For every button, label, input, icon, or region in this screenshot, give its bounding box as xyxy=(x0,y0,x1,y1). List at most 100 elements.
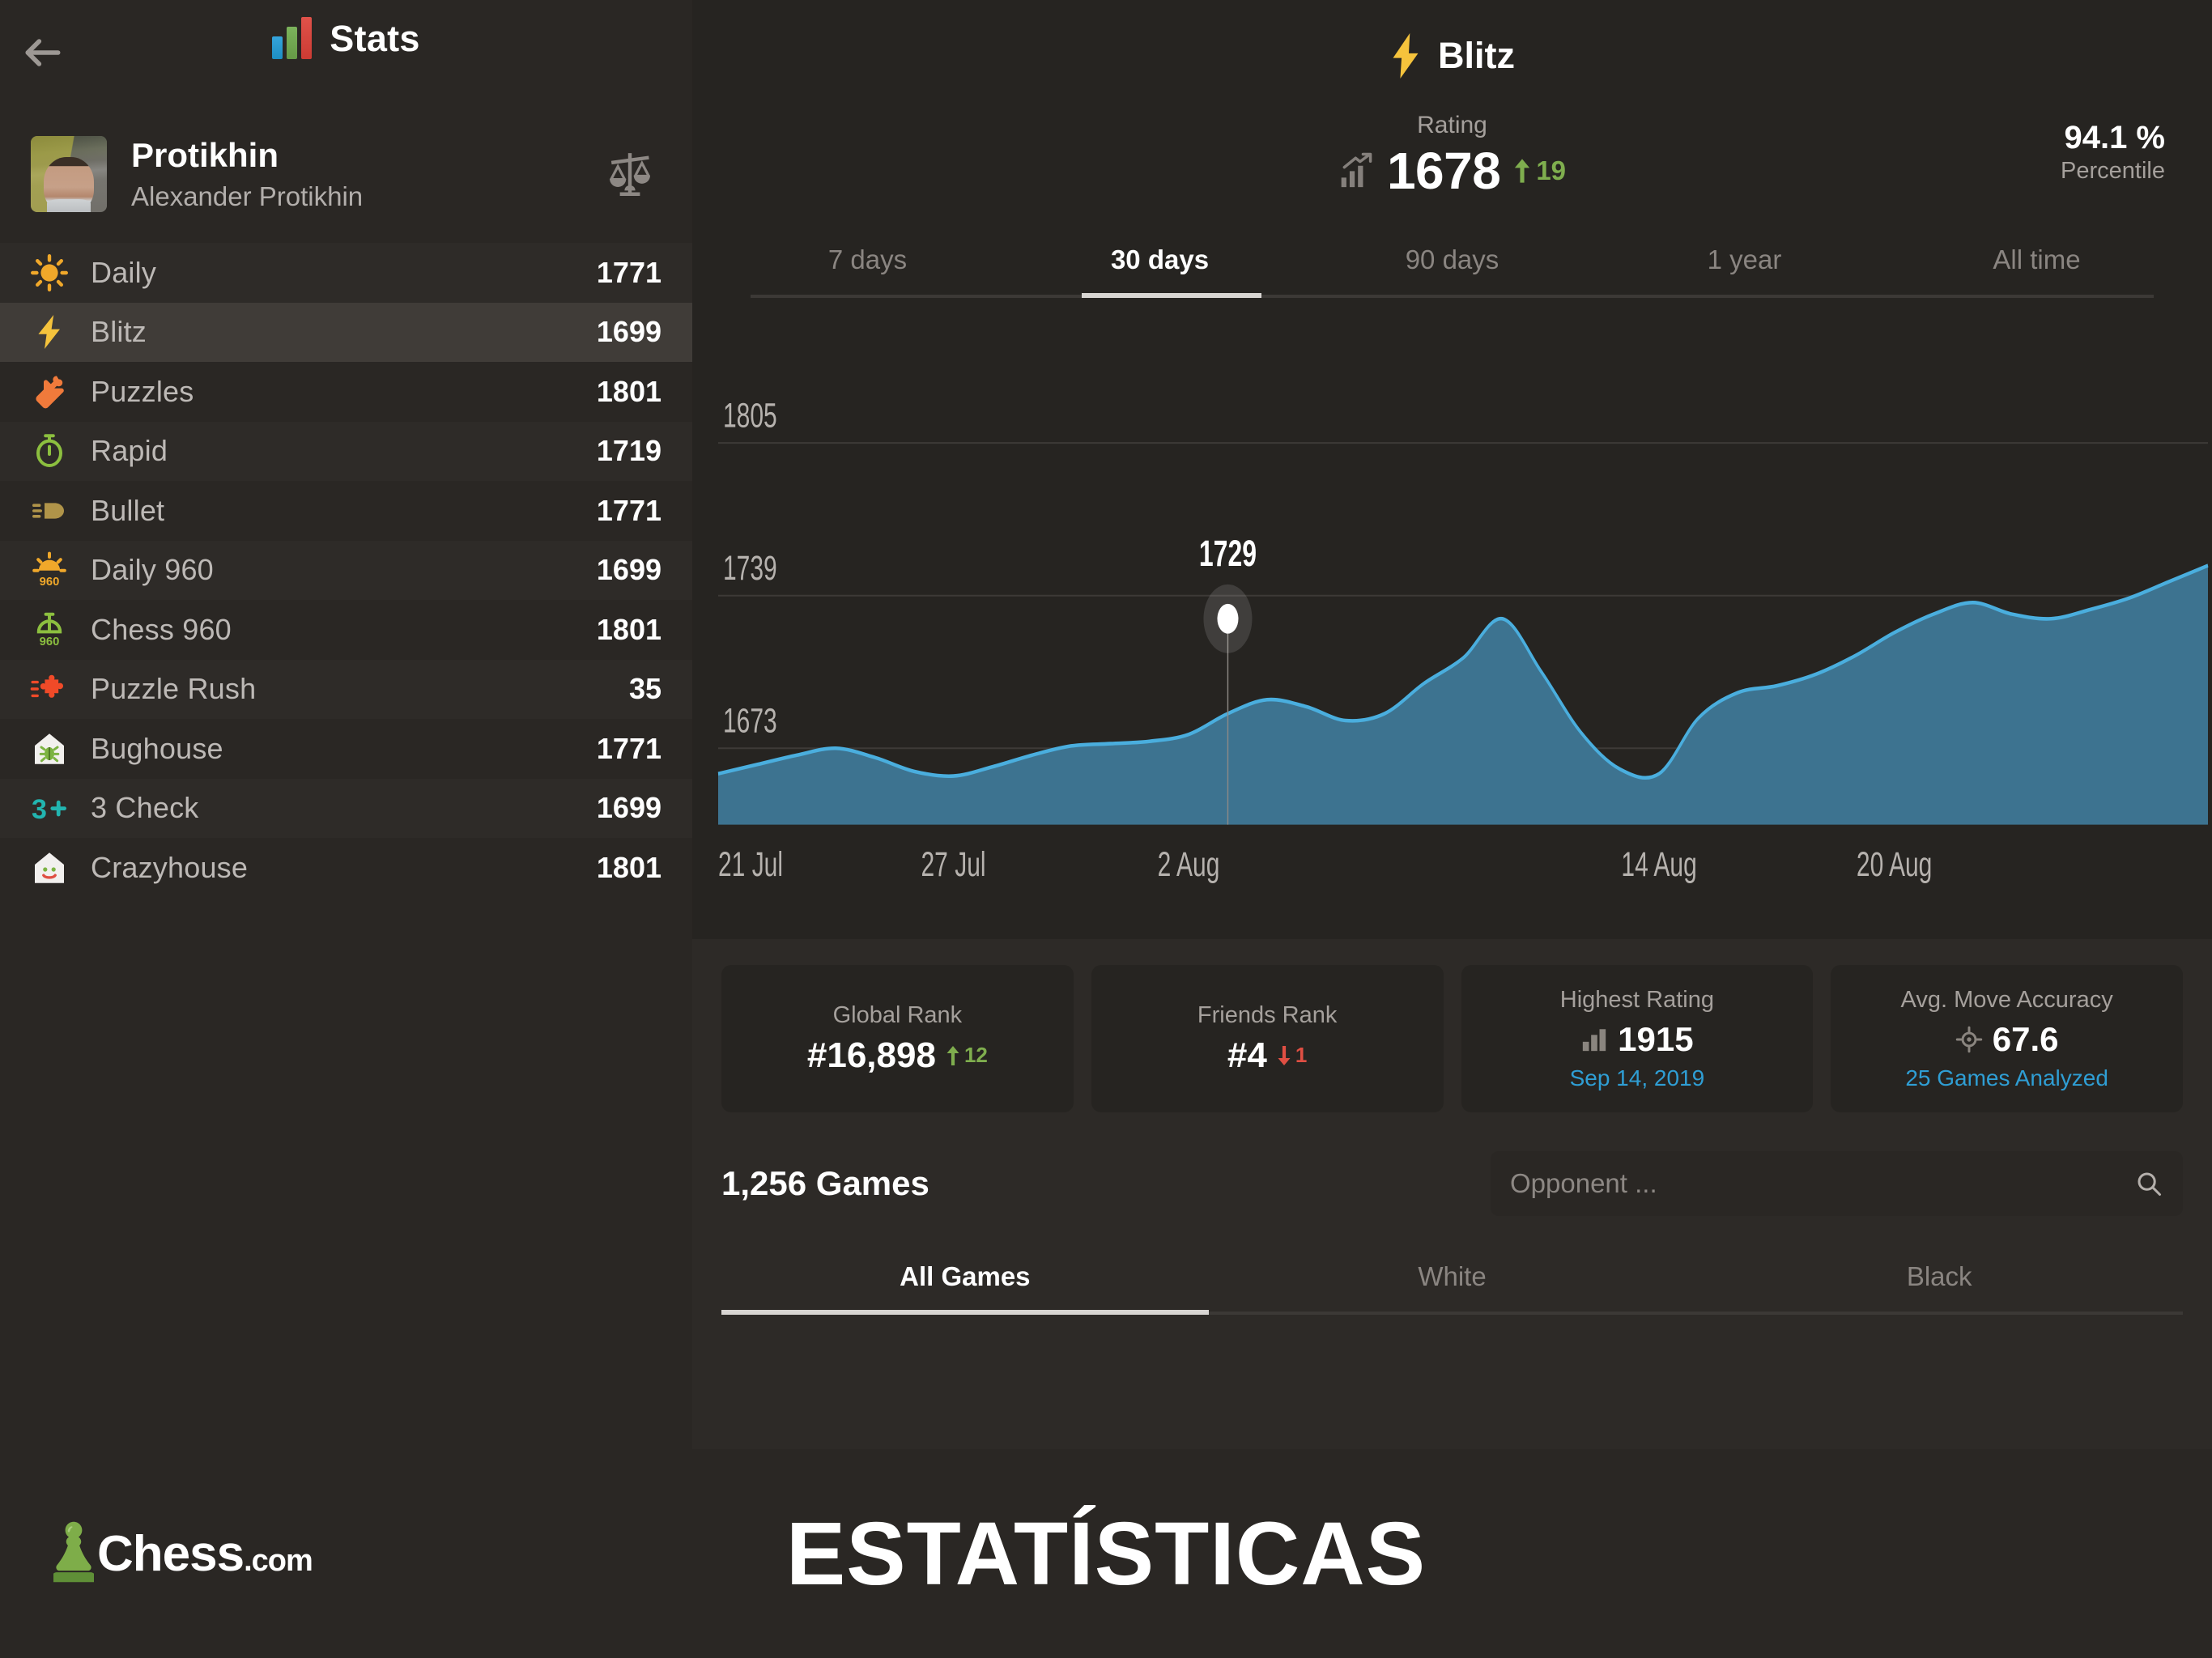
profile-meta: Protikhin Alexander Protikhin xyxy=(131,136,363,212)
sidebar-item-rapid[interactable]: Rapid 1719 xyxy=(0,421,692,481)
sidebar-item-value: 1771 xyxy=(596,255,661,289)
svg-text:3: 3 xyxy=(32,794,47,825)
opponent-search-box[interactable] xyxy=(1491,1151,2183,1216)
sidebar-item-puzzle-rush[interactable]: Puzzle Rush 35 xyxy=(0,659,692,719)
sidebar-item-bullet[interactable]: Bullet 1771 xyxy=(0,481,692,541)
crazyhouse-icon xyxy=(23,848,76,887)
stat-card-title: Avg. Move Accuracy xyxy=(1900,986,2113,1013)
stat-card-value-row: 1915 xyxy=(1580,1019,1694,1059)
svg-text:960: 960 xyxy=(40,636,60,648)
stat-card-value: #4 xyxy=(1227,1035,1267,1075)
game-tab-black[interactable]: Black xyxy=(1695,1261,2183,1315)
three-check-icon: 3 xyxy=(23,789,76,827)
rating-chart-icon xyxy=(1341,152,1372,188)
rating-chart-svg[interactable]: 1805 1739 1673 1729 21 Jul 27 Jul 2 Aug 14 Aug 2… xyxy=(692,298,2212,939)
sidebar-header: Stats xyxy=(0,0,692,105)
chart-x-axis-label: 14 Aug xyxy=(1621,845,1696,883)
chart-highlight-label: 1729 xyxy=(1199,534,1257,575)
game-tab-all-games[interactable]: All Games xyxy=(721,1261,1209,1315)
puzzle-rush-icon xyxy=(23,670,76,708)
rating-chart[interactable]: 1805 1739 1673 1729 21 Jul 27 Jul 2 Aug 14 Aug 2… xyxy=(692,298,2212,939)
sidebar-item-daily-960[interactable]: 960 Daily 960 1699 xyxy=(0,540,692,600)
game-tab-white[interactable]: White xyxy=(1209,1261,1696,1315)
chart-y-axis-label: 1673 xyxy=(723,701,777,739)
main-header-title: Blitz xyxy=(1438,35,1515,76)
sun-icon xyxy=(23,253,76,292)
search-input[interactable] xyxy=(1510,1168,2134,1199)
arrow-down-icon xyxy=(1278,1045,1291,1065)
main-header: Blitz xyxy=(692,0,2212,105)
lightning-bolt-icon xyxy=(23,312,76,351)
sidebar-item-puzzles[interactable]: Puzzles 1801 xyxy=(0,362,692,422)
sidebar-item-chess-960[interactable]: 960 Chess 960 1801 xyxy=(0,600,692,660)
page-title: Stats xyxy=(0,17,692,60)
stat-card-highest-rating[interactable]: Highest Rating 1915 Sep 14, 2019 xyxy=(1461,965,1814,1112)
bughouse-icon xyxy=(23,729,76,768)
avatar[interactable] xyxy=(31,136,107,212)
balance-scales-icon[interactable] xyxy=(600,144,660,204)
sidebar-item-crazyhouse[interactable]: Crazyhouse 1801 xyxy=(0,838,692,898)
sidebar-item-label: Bullet xyxy=(91,493,165,527)
rating-delta: 19 xyxy=(1513,155,1566,186)
rating-label: Rating xyxy=(1417,112,1487,138)
search-icon[interactable] xyxy=(2134,1169,2163,1198)
stat-card-subtitle[interactable]: Sep 14, 2019 xyxy=(1570,1065,1705,1091)
lightning-bolt-icon xyxy=(1393,33,1419,79)
sidebar-item-blitz[interactable]: Blitz 1699 xyxy=(0,302,692,362)
sidebar-item-3-check[interactable]: 3 3 Check 1699 xyxy=(0,778,692,838)
range-tab-all-time[interactable]: All time xyxy=(1891,244,2183,298)
stat-card-title: Friends Rank xyxy=(1197,1001,1338,1028)
sidebar-item-bughouse[interactable]: Bughouse 1771 xyxy=(0,719,692,779)
game-filter-tabs: All Games White Black xyxy=(721,1261,2183,1315)
stat-card-value: #16,898 xyxy=(806,1035,936,1075)
sidebar-item-value: 1801 xyxy=(596,612,661,646)
page-title-label: Stats xyxy=(330,18,420,59)
main-panel: Blitz Rating 1678 19 94.1 % Percentile 7… xyxy=(692,0,2212,1449)
percentile-block: 94.1 % Percentile xyxy=(2061,120,2165,185)
percentile-value: 94.1 % xyxy=(2064,120,2165,155)
profile-username: Protikhin xyxy=(131,136,279,174)
range-tab-1-year[interactable]: 1 year xyxy=(1598,244,1891,298)
profile-name-row: Protikhin xyxy=(131,136,363,175)
sidebar-item-label: Chess 960 xyxy=(91,612,232,646)
sidebar-item-label: Bughouse xyxy=(91,731,223,765)
chart-highlight-dot[interactable] xyxy=(1217,603,1239,634)
stat-card-avg-move-accuracy[interactable]: Avg. Move Accuracy 67.6 25 Games Analyze… xyxy=(1831,965,2183,1112)
range-tab-90-days[interactable]: 90 days xyxy=(1306,244,1598,298)
stats-bar-chart-icon xyxy=(272,17,313,59)
rating-main: 1678 19 xyxy=(1338,141,1566,201)
arrow-up-icon xyxy=(946,1045,959,1065)
chart-x-axis-label: 20 Aug xyxy=(1857,845,1932,883)
stat-card-value: 67.6 xyxy=(1992,1019,2059,1058)
bar-chart-icon xyxy=(1582,1028,1606,1051)
sidebar-item-value: 1699 xyxy=(596,791,661,825)
bullet-icon xyxy=(23,491,76,530)
sidebar-item-value: 1699 xyxy=(596,553,661,587)
stat-card-friends-rank[interactable]: Friends Rank #4 1 xyxy=(1091,965,1444,1112)
stats-screen: Stats Protikhin Alexander Protikhin Dail… xyxy=(0,0,2212,1658)
games-count: 1,256 Games xyxy=(721,1164,929,1202)
stat-card-value: 1915 xyxy=(1618,1019,1694,1058)
games-header: 1,256 Games xyxy=(721,1151,2183,1216)
profile-realname: Alexander Protikhin xyxy=(131,181,364,211)
profile-card[interactable]: Protikhin Alexander Protikhin xyxy=(0,105,692,243)
stat-card-subtitle[interactable]: 25 Games Analyzed xyxy=(1905,1065,2108,1091)
sidebar-item-value: 1771 xyxy=(596,731,661,765)
sidebar-item-daily[interactable]: Daily 1771 xyxy=(0,243,692,303)
chart-y-axis-label: 1739 xyxy=(723,549,777,587)
stat-card-global-rank[interactable]: Global Rank #16,898 12 xyxy=(721,965,1074,1112)
stat-card-value-row: #4 1 xyxy=(1227,1035,1307,1076)
chart-x-axis-label: 27 Jul xyxy=(921,845,986,883)
sidebar-item-value: 35 xyxy=(628,672,661,706)
rating-block: Rating 1678 19 94.1 % Percentile xyxy=(692,105,2212,227)
range-tab-7-days[interactable]: 7 days xyxy=(721,244,1014,298)
stat-card-title: Highest Rating xyxy=(1559,986,1714,1013)
range-tab-30-days[interactable]: 30 days xyxy=(1014,244,1306,298)
stat-cards: Global Rank #16,898 12 Friends Rank #4 1… xyxy=(721,939,2183,1112)
stat-card-change-value: 1 xyxy=(1295,1043,1308,1067)
sidebar: Stats Protikhin Alexander Protikhin Dail… xyxy=(0,0,692,1449)
target-icon xyxy=(1955,1026,1982,1052)
percentile-label: Percentile xyxy=(2061,158,2165,184)
sidebar-item-label: 3 Check xyxy=(91,791,199,825)
rating-value: 1678 xyxy=(1386,142,1501,200)
